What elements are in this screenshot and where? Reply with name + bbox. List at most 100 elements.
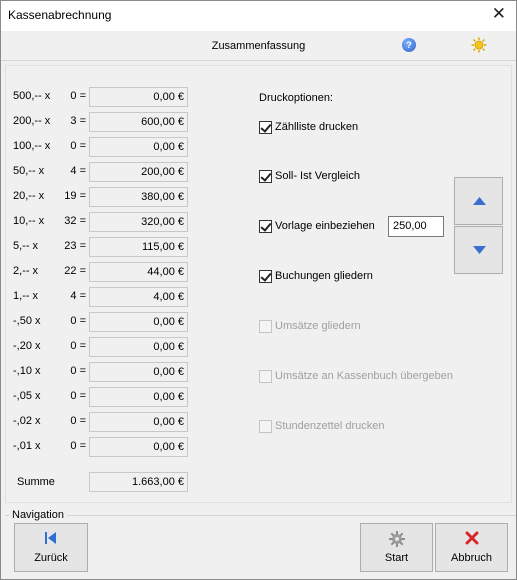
checkbox-label: Buchungen gliedern	[275, 270, 373, 282]
denomination-count[interactable]: 0 =	[53, 365, 86, 377]
denomination-label: -,20 x	[13, 340, 41, 352]
start-label: Start	[384, 552, 409, 564]
checkbox-box[interactable]	[259, 369, 272, 383]
denomination-label: 20,-- x	[13, 190, 45, 202]
checkbox-vorlage[interactable]: Vorlage einbeziehen	[259, 218, 375, 234]
vorlage-amount-input[interactable]: 250,00	[388, 216, 444, 237]
checkbox-label: Zählliste drucken	[275, 121, 359, 133]
denomination-label: 200,-- x	[13, 115, 51, 127]
move-down-button[interactable]	[454, 226, 503, 274]
denomination-value: 0,00 €	[89, 387, 188, 407]
denomination-value: 320,00 €	[89, 212, 188, 232]
denomination-count[interactable]: 0 =	[53, 415, 86, 427]
denomination-value: 0,00 €	[89, 87, 188, 107]
cancel-button[interactable]: Abbruch	[435, 523, 508, 572]
denomination-count[interactable]: 0 =	[53, 140, 86, 152]
checkbox-zaehlliste[interactable]: Zählliste drucken	[259, 119, 358, 135]
denomination-value: 0,00 €	[89, 412, 188, 432]
denomination-label: -,01 x	[13, 440, 41, 452]
denomination-value: 115,00 €	[89, 237, 188, 257]
title-bar: Kassenabrechnung ✕	[1, 1, 516, 31]
page-title: Zusammenfassung	[211, 40, 306, 52]
denomination-value: 0,00 €	[89, 312, 188, 332]
denomination-row: -,02 x 0 = 0,00 €	[1, 412, 201, 432]
denomination-label: 2,-- x	[13, 265, 39, 277]
denomination-row: 50,-- x 4 = 200,00 €	[1, 162, 201, 182]
denomination-label: 1,-- x	[13, 290, 39, 302]
back-label: Zurück	[34, 552, 68, 564]
denomination-row: -,20 x 0 = 0,00 €	[1, 337, 201, 357]
denomination-value: 0,00 €	[89, 337, 188, 357]
denomination-label: 10,-- x	[13, 215, 45, 227]
denomination-count[interactable]: 4 =	[53, 290, 86, 302]
dialog-window: Kassenabrechnung ✕ Zusammenfassung ? 500…	[0, 0, 517, 580]
summe-value: 1.663,00 €	[89, 472, 188, 492]
checkbox-box[interactable]	[259, 269, 272, 283]
denomination-value: 380,00 €	[89, 187, 188, 207]
navigation-label: Navigation	[9, 509, 67, 521]
denomination-row: 1,-- x 4 = 4,00 €	[1, 287, 201, 307]
move-up-button[interactable]	[454, 177, 503, 225]
help-icon[interactable]: ?	[402, 38, 416, 52]
denomination-label: -,50 x	[13, 315, 41, 327]
checkbox-box[interactable]	[259, 419, 272, 433]
summe-label: Summe	[17, 476, 55, 488]
denomination-row: 5,-- x 23 = 115,00 €	[1, 237, 201, 257]
checkbox-label: Vorlage einbeziehen	[275, 220, 375, 232]
denomination-count[interactable]: 23 =	[53, 240, 86, 252]
denomination-count[interactable]: 22 =	[53, 265, 86, 277]
rewind-back-icon	[45, 532, 56, 544]
close-icon[interactable]: ✕	[492, 4, 506, 24]
denomination-label: 50,-- x	[13, 165, 45, 177]
denomination-count[interactable]: 0 =	[53, 340, 86, 352]
checkbox-soll-ist[interactable]: Soll- Ist Vergleich	[259, 168, 360, 184]
denomination-count[interactable]: 0 =	[53, 90, 86, 102]
denomination-label: -,05 x	[13, 390, 41, 402]
denomination-value: 0,00 €	[89, 137, 188, 157]
denomination-row: 10,-- x 32 = 320,00 €	[1, 212, 201, 232]
start-button[interactable]: Start	[360, 523, 433, 572]
denomination-value: 0,00 €	[89, 437, 188, 457]
checkbox-label: Soll- Ist Vergleich	[275, 170, 360, 182]
settings-sun-icon[interactable]	[471, 37, 487, 53]
denomination-count[interactable]: 4 =	[53, 165, 86, 177]
denomination-row: -,05 x 0 = 0,00 €	[1, 387, 201, 407]
arrow-up-icon	[473, 197, 486, 205]
denomination-label: 5,-- x	[13, 240, 39, 252]
denomination-row: -,10 x 0 = 0,00 €	[1, 362, 201, 382]
checkbox-label: Stundenzettel drucken	[275, 420, 385, 432]
window-title: Kassenabrechnung	[8, 8, 112, 22]
denomination-row: 2,-- x 22 = 44,00 €	[1, 262, 201, 282]
denomination-count[interactable]: 0 =	[53, 315, 86, 327]
checkbox-umsaetze-kassenbuch[interactable]: Umsätze an Kassenbuch übergeben	[259, 368, 453, 384]
checkbox-box[interactable]	[259, 120, 272, 134]
denomination-count[interactable]: 19 =	[53, 190, 86, 202]
druckoptionen-label: Druckoptionen:	[259, 92, 333, 104]
denomination-value: 44,00 €	[89, 262, 188, 282]
checkbox-box[interactable]	[259, 319, 272, 333]
denomination-count[interactable]: 0 =	[53, 390, 86, 402]
checkbox-umsaetze-gliedern[interactable]: Umsätze gliedern	[259, 318, 361, 334]
denomination-value: 0,00 €	[89, 362, 188, 382]
denomination-row: 200,-- x3 = 600,00 €	[1, 112, 201, 132]
denomination-value: 200,00 €	[89, 162, 188, 182]
checkbox-label: Umsätze an Kassenbuch übergeben	[275, 370, 453, 382]
checkbox-box[interactable]	[259, 169, 272, 183]
denomination-count[interactable]: 32 =	[53, 215, 86, 227]
denomination-count[interactable]: 3 =	[53, 115, 86, 127]
denomination-label: -,10 x	[13, 365, 41, 377]
gear-icon	[388, 531, 405, 547]
denomination-value: 4,00 €	[89, 287, 188, 307]
checkbox-stundenzettel[interactable]: Stundenzettel drucken	[259, 418, 384, 434]
denomination-row: 500,-- x0 = 0,00 €	[1, 87, 201, 107]
denomination-value: 600,00 €	[89, 112, 188, 132]
denomination-row: 20,-- x 19 = 380,00 €	[1, 187, 201, 207]
back-button[interactable]: Zurück	[14, 523, 88, 572]
checkbox-box[interactable]	[259, 219, 272, 233]
denomination-row: -,50 x 0 = 0,00 €	[1, 312, 201, 332]
denomination-label: -,02 x	[13, 415, 41, 427]
denomination-row: 100,-- x0 = 0,00 €	[1, 137, 201, 157]
checkbox-buchungen[interactable]: Buchungen gliedern	[259, 268, 373, 284]
denomination-count[interactable]: 0 =	[53, 440, 86, 452]
header-band: Zusammenfassung ?	[1, 31, 516, 61]
